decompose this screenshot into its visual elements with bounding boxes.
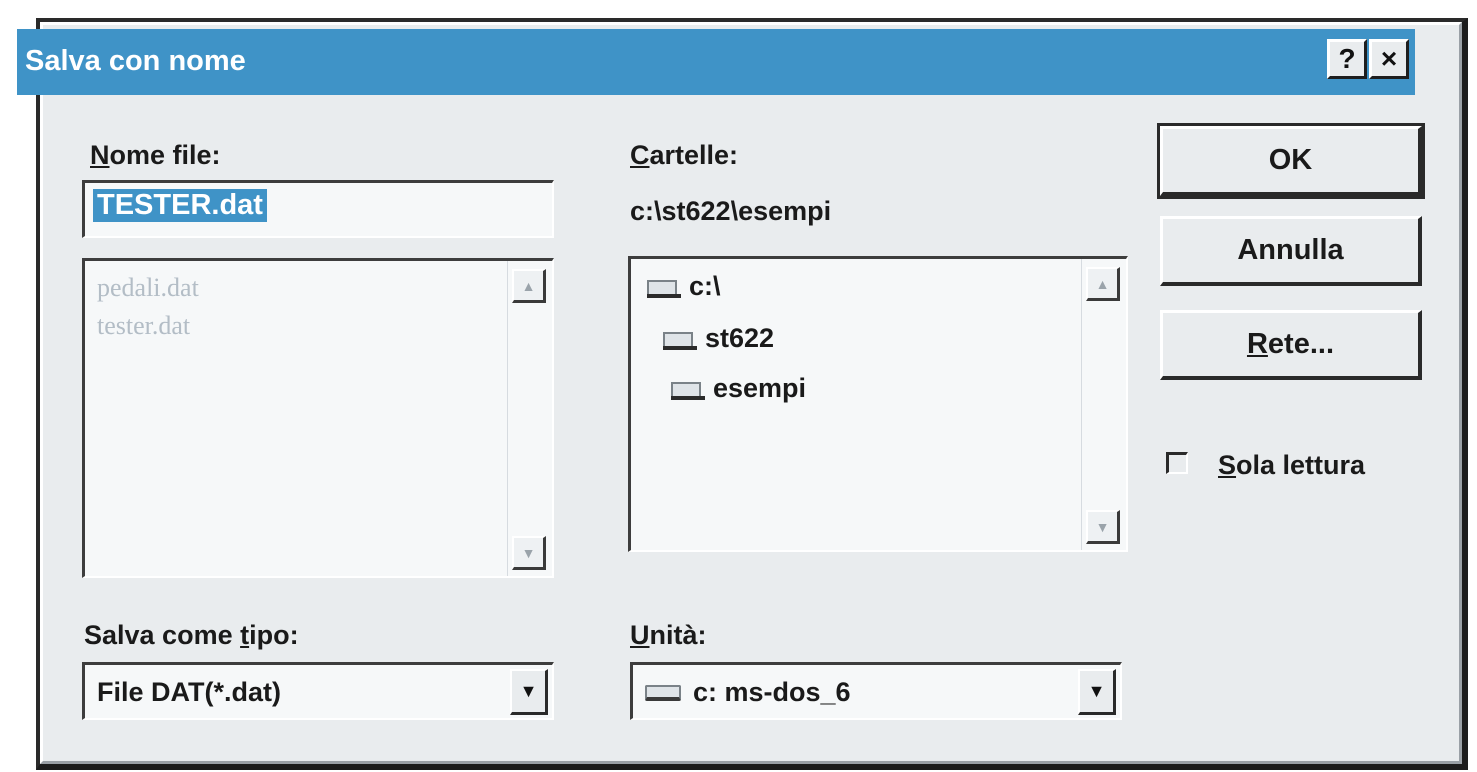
read-only-label-accel: S <box>1218 450 1237 480</box>
save-type-value: File DAT(*.dat) <box>97 677 281 707</box>
save-type-label: Salva come tipo: <box>84 620 299 651</box>
read-only-label-text: ola lettura <box>1236 450 1366 480</box>
folders-label-accel: C <box>630 140 650 170</box>
help-icon: ? <box>1338 43 1356 74</box>
folder-item-esempi[interactable]: esempi <box>671 373 806 404</box>
folders-label: Cartelle: <box>630 140 738 171</box>
folders-label-text: artelle: <box>649 140 739 170</box>
scroll-down-button[interactable]: ▼ <box>1086 510 1120 544</box>
drive-label-text: nità: <box>649 620 707 650</box>
drive-value: c: ms-dos_6 <box>645 677 851 708</box>
close-button[interactable]: × <box>1369 39 1409 79</box>
folder-label: esempi <box>713 373 807 403</box>
save-type-label-accel: t <box>240 620 250 650</box>
read-only-checkbox[interactable] <box>1166 452 1188 474</box>
filename-label-accel: N <box>90 140 110 170</box>
list-item[interactable]: pedali.dat <box>97 273 199 303</box>
folder-item-root[interactable]: c:\ <box>647 271 721 302</box>
chevron-down-icon: ▼ <box>1095 518 1110 535</box>
filename-label-text: ome file: <box>109 140 221 170</box>
cancel-button[interactable]: Annulla <box>1160 216 1422 286</box>
open-folder-icon <box>647 276 681 298</box>
file-list-scrollbar[interactable]: ▲ ▼ <box>507 261 552 576</box>
folder-item-st622[interactable]: st622 <box>663 323 774 354</box>
folder-tree[interactable]: c:\ st622 esempi ▲ ▼ <box>628 256 1128 552</box>
drive-label: Unità: <box>630 620 707 651</box>
title-bar[interactable]: Salva con nome ? × <box>17 29 1415 95</box>
network-button-accel: R <box>1246 328 1268 360</box>
drive-value-text: c: ms-dos_6 <box>693 677 851 707</box>
scroll-up-button[interactable]: ▲ <box>512 269 546 303</box>
save-type-label-pre: Salva come <box>84 620 241 650</box>
save-type-dropdown-button[interactable]: ▼ <box>510 669 548 715</box>
drive-icon <box>645 684 681 701</box>
drive-label-accel: U <box>630 620 650 650</box>
close-icon: × <box>1380 43 1398 74</box>
open-folder-icon <box>671 378 705 400</box>
chevron-down-icon: ▼ <box>521 544 536 561</box>
ok-button[interactable]: OK <box>1157 123 1425 199</box>
folder-label: st622 <box>705 323 775 353</box>
folder-label: c:\ <box>689 271 721 301</box>
scroll-up-button[interactable]: ▲ <box>1086 267 1120 301</box>
file-list[interactable]: pedali.dat tester.dat ▲ ▼ <box>82 258 554 578</box>
network-button[interactable]: Rete... <box>1160 310 1422 380</box>
read-only-label[interactable]: Sola lettura <box>1218 450 1365 481</box>
list-item[interactable]: tester.dat <box>97 311 190 341</box>
chevron-down-icon: ▼ <box>1087 681 1106 701</box>
drive-dropdown-button[interactable]: ▼ <box>1078 669 1116 715</box>
folder-tree-scrollbar[interactable]: ▲ ▼ <box>1081 259 1126 550</box>
chevron-down-icon: ▼ <box>519 681 538 701</box>
save-type-label-text: ipo: <box>249 620 299 650</box>
drive-select[interactable]: c: ms-dos_6 ▼ <box>630 662 1122 720</box>
window-title: Salva con nome <box>25 45 246 77</box>
network-button-text: ete... <box>1267 328 1335 360</box>
filename-label: Nome file: <box>90 140 221 171</box>
save-type-select[interactable]: File DAT(*.dat) ▼ <box>82 662 554 720</box>
filename-input[interactable]: TESTER.dat <box>82 180 554 238</box>
scroll-down-button[interactable]: ▼ <box>512 536 546 570</box>
filename-value: TESTER.dat <box>93 189 267 222</box>
help-button[interactable]: ? <box>1327 39 1367 79</box>
current-path: c:\st622\esempi <box>630 196 832 226</box>
chevron-up-icon: ▲ <box>1095 275 1110 292</box>
open-folder-icon <box>663 328 697 350</box>
chevron-up-icon: ▲ <box>521 277 536 294</box>
